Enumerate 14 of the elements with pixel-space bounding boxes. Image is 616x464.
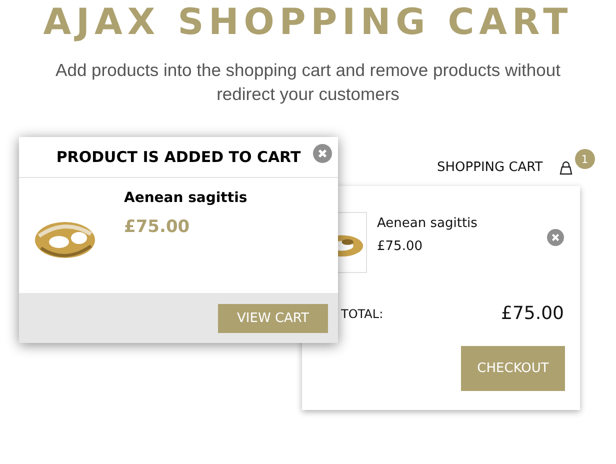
bag-icon[interactable] bbox=[558, 160, 573, 174]
cart-item-price: £75.00 bbox=[377, 239, 424, 254]
product-name: Aenean sagittis bbox=[124, 190, 248, 206]
remove-icon[interactable] bbox=[547, 229, 564, 246]
cart-item-name[interactable]: Aenean sagittis bbox=[377, 216, 547, 231]
cart-count-badge: 1 bbox=[574, 149, 595, 169]
product-price: £75.00 bbox=[124, 217, 191, 237]
close-icon[interactable] bbox=[313, 144, 332, 163]
page-title: AJAX SHOPPING CART bbox=[42, 1, 574, 44]
popup-title: PRODUCT IS ADDED TO CART bbox=[56, 148, 301, 166]
shopping-cart-link[interactable]: SHOPPING CART bbox=[437, 160, 543, 175]
total-amount: £75.00 bbox=[501, 303, 564, 324]
page-subtitle: Add products into the shopping cart and remove products without redirect your customers bbox=[54, 59, 562, 106]
total-label: TOTAL: bbox=[341, 306, 384, 320]
